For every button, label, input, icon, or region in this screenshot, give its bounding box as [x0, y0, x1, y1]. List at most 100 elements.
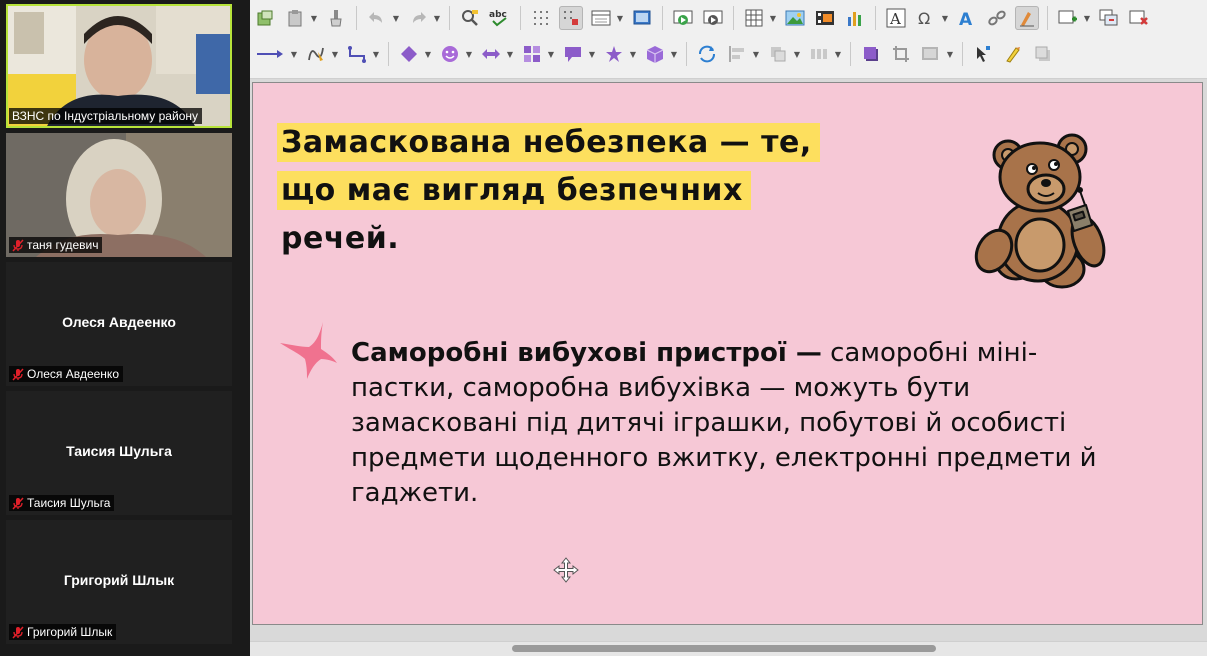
- draw-function-icon[interactable]: [1015, 6, 1039, 30]
- snap-icon[interactable]: [559, 6, 583, 30]
- heading-line-3: речей.: [281, 221, 400, 256]
- participant-caption: Григорий Шлык: [9, 624, 117, 640]
- mic-muted-icon: [12, 238, 24, 252]
- delete-slide-icon[interactable]: [1127, 6, 1151, 30]
- arrange-dropdown[interactable]: ▼: [793, 42, 801, 66]
- standard-toolbar-row: ▼ ▼ ▼ abc ▼ ▼ A Ω ▼ A ▼: [250, 0, 1154, 36]
- basic-shapes-dropdown[interactable]: ▼: [424, 42, 432, 66]
- find-replace-icon[interactable]: [458, 6, 482, 30]
- impress-toolbar: ▼ ▼ ▼ abc ▼ ▼ A Ω ▼ A ▼ ▼ ▼ ▼ ▼ ▼ ▼ ▼ ▼ …: [250, 0, 1207, 79]
- arrange-icon[interactable]: [766, 42, 790, 66]
- teddy-bear-image[interactable]: [968, 133, 1108, 293]
- svg-text:Ω: Ω: [918, 9, 930, 27]
- callouts-icon[interactable]: [561, 42, 585, 66]
- callouts-dropdown[interactable]: ▼: [588, 42, 596, 66]
- flowchart-icon[interactable]: [520, 42, 544, 66]
- connector-icon[interactable]: [345, 42, 369, 66]
- slide[interactable]: Замаскована небезпека — те, що має вигля…: [252, 82, 1203, 625]
- horizontal-scrollbar[interactable]: [250, 641, 1207, 656]
- crop-icon[interactable]: [889, 42, 913, 66]
- line-dropdown[interactable]: ▼: [290, 42, 298, 66]
- block-arrows-icon[interactable]: [479, 42, 503, 66]
- table-icon[interactable]: [742, 6, 766, 30]
- toolbar-separator: [875, 6, 876, 30]
- paste-dropdown[interactable]: ▼: [310, 6, 318, 30]
- participant-name: таня гудевич: [27, 238, 99, 252]
- participant-tile-0[interactable]: ВЗНС по Індустріальному району: [6, 4, 232, 128]
- participants-panel: ВЗНС по Індустріальному району таня гуде…: [0, 0, 250, 655]
- scrollbar-thumb[interactable]: [512, 645, 936, 652]
- participant-tile-1[interactable]: таня гудевич: [6, 133, 232, 257]
- redo-dropdown[interactable]: ▼: [433, 6, 441, 30]
- special-character-icon[interactable]: Ω: [914, 6, 938, 30]
- paint-brush-icon[interactable]: [324, 6, 348, 30]
- duplicate-slide-icon[interactable]: [1097, 6, 1121, 30]
- basic-shapes-icon[interactable]: [397, 42, 421, 66]
- participant-tile-2[interactable]: Олеся Авдеенко Олеся Авдеенко: [6, 262, 232, 386]
- master-slide-icon[interactable]: [630, 6, 654, 30]
- image-icon[interactable]: [783, 6, 807, 30]
- chart-icon[interactable]: [843, 6, 867, 30]
- symbol-shapes-dropdown[interactable]: ▼: [465, 42, 473, 66]
- new-slide-icon[interactable]: [1056, 6, 1080, 30]
- align-icon[interactable]: [725, 42, 749, 66]
- flowchart-dropdown[interactable]: ▼: [547, 42, 555, 66]
- rotate-icon[interactable]: [695, 42, 719, 66]
- toolbar-separator: [1047, 6, 1048, 30]
- curve-icon[interactable]: [304, 42, 328, 66]
- body-bold-term: Саморобні вибухові пристрої —: [351, 338, 822, 368]
- curve-dropdown[interactable]: ▼: [331, 42, 339, 66]
- toolbar-separator: [850, 42, 851, 66]
- symbol-shapes-icon[interactable]: [438, 42, 462, 66]
- media-icon[interactable]: [813, 6, 837, 30]
- 3d-objects-dropdown[interactable]: ▼: [670, 42, 678, 66]
- undo-icon[interactable]: [365, 6, 389, 30]
- points-icon[interactable]: [971, 42, 995, 66]
- grid-icon[interactable]: [529, 6, 553, 30]
- connector-dropdown[interactable]: ▼: [372, 42, 380, 66]
- spellcheck-icon[interactable]: abc: [488, 6, 512, 30]
- start-slideshow-icon[interactable]: [671, 6, 695, 30]
- toggle-extrusion-icon[interactable]: [1031, 42, 1055, 66]
- hyperlink-icon[interactable]: [985, 6, 1009, 30]
- filter-icon[interactable]: [919, 42, 943, 66]
- text-box-icon[interactable]: A: [884, 6, 908, 30]
- participant-name-center: Олеся Авдеенко: [62, 314, 176, 330]
- undo-dropdown[interactable]: ▼: [392, 6, 400, 30]
- table-dropdown[interactable]: ▼: [769, 6, 777, 30]
- stars-icon[interactable]: [602, 42, 626, 66]
- 3d-objects-icon[interactable]: [643, 42, 667, 66]
- svg-text:A: A: [889, 10, 901, 28]
- distribute-icon[interactable]: [807, 42, 831, 66]
- stars-dropdown[interactable]: ▼: [629, 42, 637, 66]
- slide-heading[interactable]: Замаскована небезпека — те, що має вигля…: [277, 119, 897, 263]
- display-views-icon[interactable]: [589, 6, 613, 30]
- paste-icon[interactable]: [283, 6, 307, 30]
- align-dropdown[interactable]: ▼: [752, 42, 760, 66]
- participant-tile-3[interactable]: Таисия Шульга Таисия Шульга: [6, 391, 232, 515]
- distribute-dropdown[interactable]: ▼: [834, 42, 842, 66]
- toolbar-separator: [356, 6, 357, 30]
- toolbar-separator: [686, 42, 687, 66]
- new-slide-dropdown[interactable]: ▼: [1083, 6, 1091, 30]
- slide-body-text[interactable]: Саморобні вибухові пристрої — саморобні …: [351, 336, 1111, 511]
- slide-workspace[interactable]: Замаскована небезпека — те, що має вигля…: [250, 79, 1207, 641]
- participant-tile-4[interactable]: Григорий Шлык Григорий Шлык: [6, 520, 232, 644]
- toolbar-separator: [962, 42, 963, 66]
- mic-muted-icon: [12, 625, 24, 639]
- fontwork-icon[interactable]: A: [955, 6, 979, 30]
- redo-icon[interactable]: [406, 6, 430, 30]
- participant-name: Олеся Авдеенко: [27, 367, 119, 381]
- toolbar-separator: [733, 6, 734, 30]
- slideshow-current-icon[interactable]: [701, 6, 725, 30]
- heading-line-2: що має вигляд безпечних: [277, 171, 751, 210]
- line-arrow-icon[interactable]: [253, 42, 287, 66]
- move-cursor-icon: [553, 557, 579, 583]
- special-char-dropdown[interactable]: ▼: [941, 6, 949, 30]
- views-dropdown[interactable]: ▼: [616, 6, 624, 30]
- clone-formatting-icon[interactable]: [253, 6, 277, 30]
- filter-dropdown[interactable]: ▼: [946, 42, 954, 66]
- shadow-icon[interactable]: [859, 42, 883, 66]
- glue-points-icon[interactable]: [1001, 42, 1025, 66]
- block-arrows-dropdown[interactable]: ▼: [506, 42, 514, 66]
